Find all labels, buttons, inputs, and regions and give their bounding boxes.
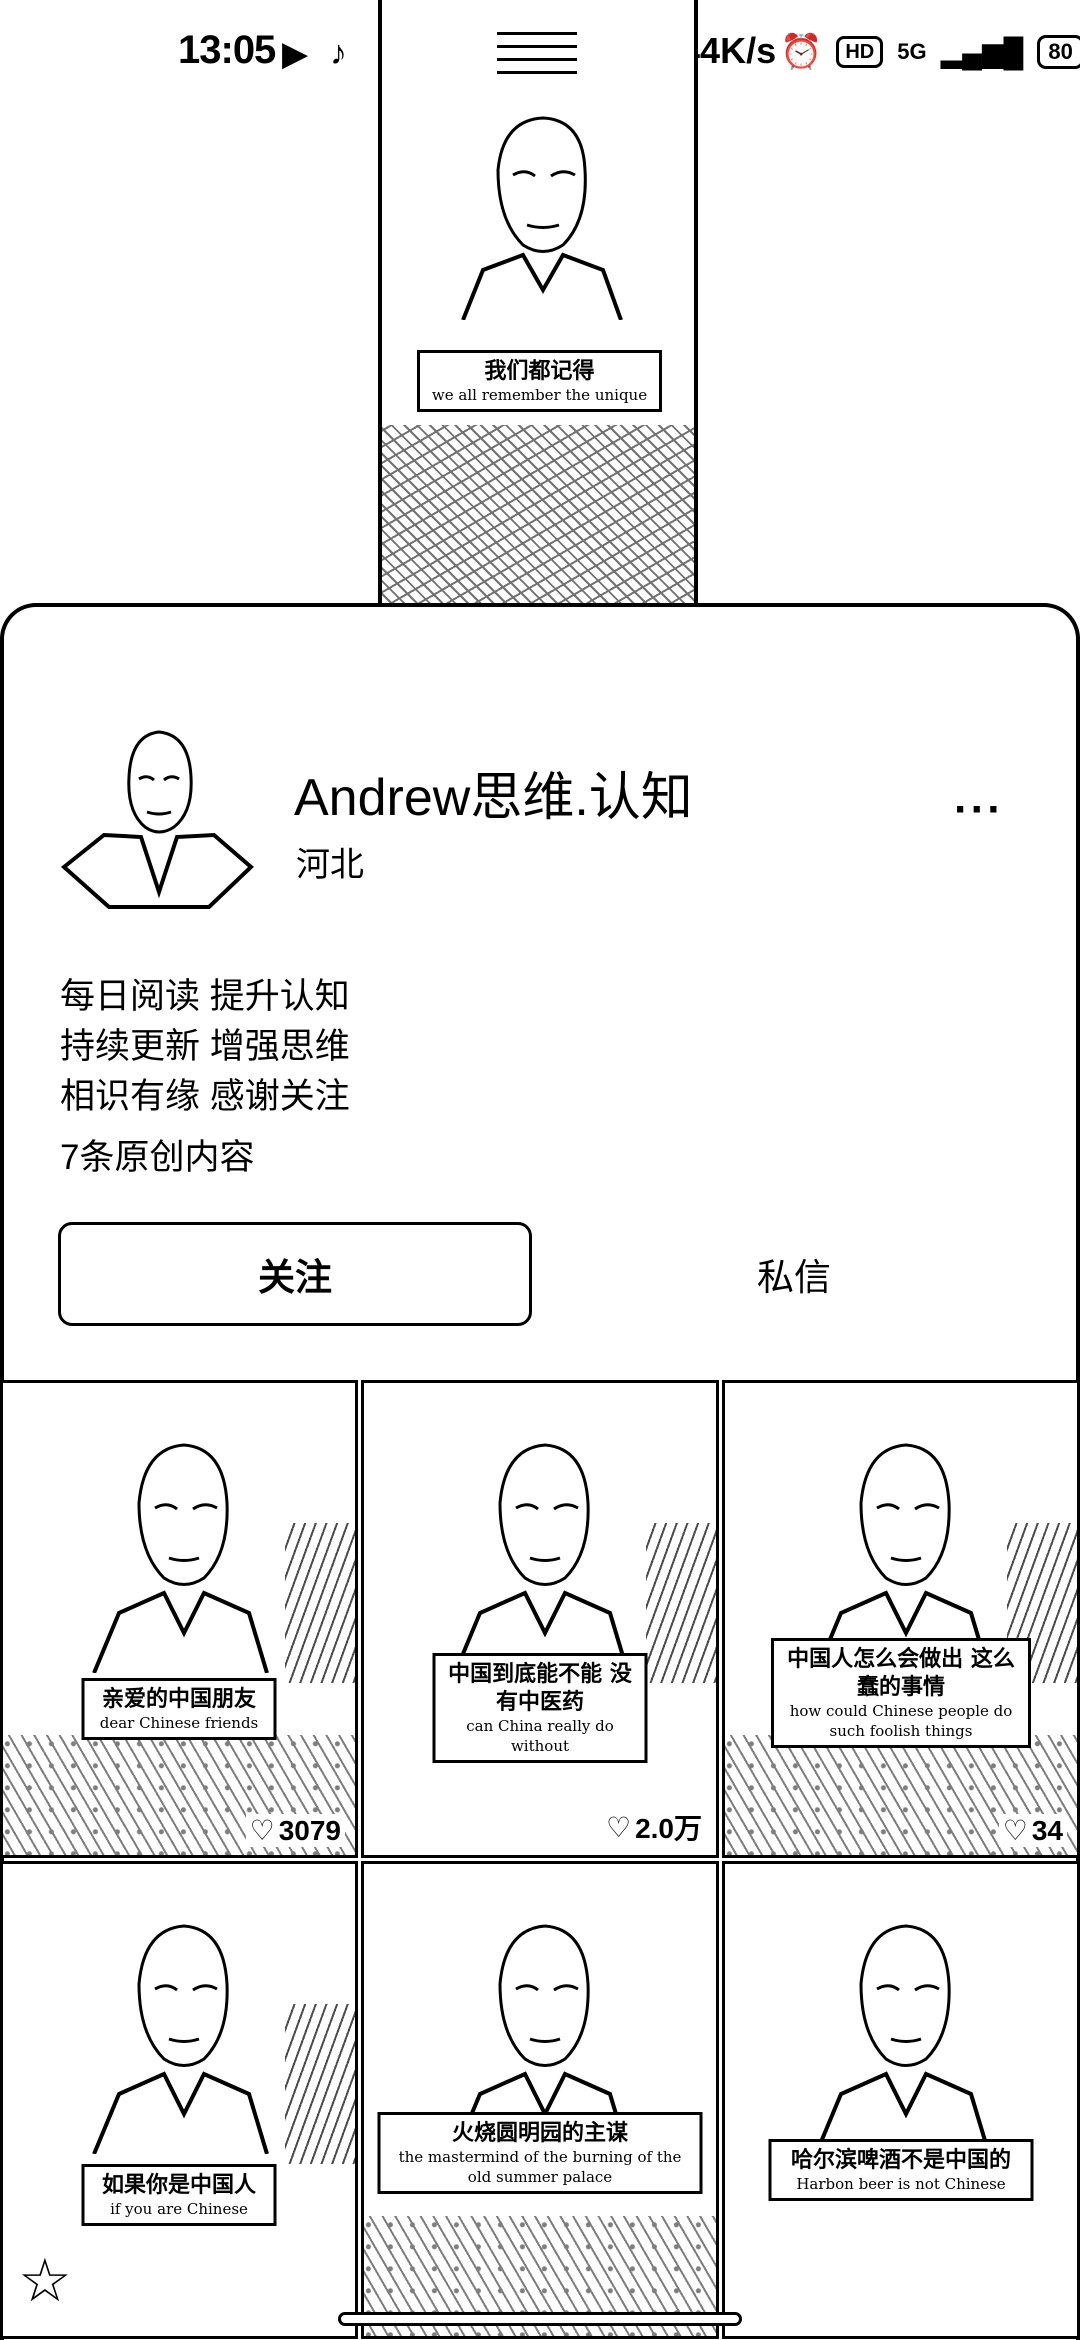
heart-icon: ♡ — [605, 1811, 632, 1843]
caption-en: dear Chinese friends — [99, 1714, 259, 1732]
video-thumbnail[interactable]: 火烧圆明园的主谋 the mastermind of the burning o… — [361, 1861, 719, 2339]
more-options-button[interactable]: ··· — [954, 785, 1004, 835]
caption-en: we all remember the unique — [431, 386, 648, 404]
signal-bars-icon: ▂▄▆█ — [940, 36, 1024, 68]
profile-location: 河北 — [296, 846, 364, 884]
caption-zh: 火烧圆明园的主谋 — [451, 2120, 628, 2146]
preview-caption: 我们都记得 we all remember the unique — [417, 350, 662, 412]
person-illustration — [461, 116, 623, 320]
caption-zh: 哈尔滨啤酒不是中国的 — [790, 2147, 1011, 2173]
hd-badge: HD — [836, 36, 884, 68]
video-thumbnail[interactable]: 如果你是中国人 if you are Chinese ☆ — [0, 1861, 358, 2339]
message-button[interactable]: 私信 — [604, 1222, 984, 1326]
caption-en: how could Chinese people do such foolish… — [789, 1702, 1013, 1740]
like-value: 2.0万 — [635, 1813, 702, 1844]
bio-line: 每日阅读 提升认知 — [60, 977, 350, 1016]
like-value: 34 — [1031, 1814, 1063, 1846]
home-indicator[interactable] — [338, 2312, 742, 2326]
play-icon: ▶ — [282, 35, 309, 73]
follow-button[interactable]: 关注 — [58, 1222, 532, 1326]
profile-name: Andrew思维.认知 — [294, 769, 693, 827]
like-count: ♡ 3079 — [245, 1814, 345, 1847]
heart-icon: ♡ — [1002, 1815, 1028, 1846]
alarm-icon: ⏰ — [780, 33, 823, 71]
plant-decoration — [285, 1523, 355, 1683]
caption-zh: 中国到底能不能 没有中医药 — [448, 1661, 632, 1715]
video-preview[interactable]: 我们都记得 we all remember the unique — [378, 0, 698, 605]
like-value: 3079 — [278, 1814, 341, 1846]
person-illustration — [814, 1924, 991, 2154]
video-caption: 亲爱的中国朋友 dear Chinese friends — [81, 1678, 277, 1740]
caption-zh: 如果你是中国人 — [101, 2172, 256, 2198]
signal-5g: 5G — [897, 39, 927, 64]
status-time: 13:05 — [178, 28, 276, 72]
video-caption: 哈尔滨啤酒不是中国的 Harbon beer is not Chinese — [768, 2139, 1034, 2201]
preview-bars — [497, 22, 577, 82]
battery-indicator: 80 — [1037, 35, 1080, 69]
caption-zh: 亲爱的中国朋友 — [101, 1686, 256, 1712]
caption-zh: 中国人怎么会做出 这么蠢的事情 — [787, 1646, 1015, 1700]
video-caption: 中国人怎么会做出 这么蠢的事情 how could Chinese people… — [771, 1638, 1031, 1748]
star-icon: ☆ — [18, 2247, 72, 2314]
bio-line: 相识有缘 感谢关注 — [60, 1077, 350, 1116]
video-caption: 中国到底能不能 没有中医药 can China really do withou… — [432, 1653, 648, 1763]
caption-en: the mastermind of the burning of the old… — [398, 2148, 682, 2186]
preview-background — [382, 425, 694, 605]
original-count: 7条原创内容 — [60, 1138, 255, 1177]
video-caption: 如果你是中国人 if you are Chinese — [81, 2164, 277, 2226]
video-thumbnail[interactable]: 哈尔滨啤酒不是中国的 Harbon beer is not Chinese — [722, 1861, 1080, 2339]
person-illustration — [92, 1924, 269, 2154]
like-count: ♡ 2.0万 — [601, 1807, 706, 1847]
heart-icon: ♡ — [249, 1815, 275, 1846]
video-thumbnail[interactable]: 中国到底能不能 没有中医药 can China really do withou… — [361, 1380, 719, 1858]
video-thumbnail[interactable]: 中国人怎么会做出 这么蠢的事情 how could Chinese people… — [722, 1380, 1080, 1858]
caption-en: if you are Chinese — [110, 2200, 248, 2218]
like-count: ♡ 34 — [998, 1814, 1067, 1847]
profile-bio: 每日阅读 提升认知 持续更新 增强思维 相识有缘 感谢关注 — [60, 972, 350, 1122]
tiktok-icon: ♪ — [330, 34, 347, 72]
caption-en: can China really do without — [466, 1717, 614, 1755]
video-caption: 火烧圆明园的主谋 the mastermind of the burning o… — [377, 2112, 703, 2194]
person-illustration — [814, 1443, 991, 1673]
bio-line: 持续更新 增强思维 — [60, 1027, 350, 1066]
avatar[interactable] — [59, 717, 254, 912]
plant-decoration — [646, 1523, 716, 1683]
plant-decoration — [285, 2004, 355, 2164]
caption-en: Harbon beer is not Chinese — [796, 2175, 1006, 2193]
person-illustration — [92, 1443, 269, 1673]
caption-zh: 我们都记得 — [484, 358, 595, 384]
person-illustration — [453, 1443, 630, 1673]
video-thumbnail[interactable]: 亲爱的中国朋友 dear Chinese friends ♡ 3079 — [0, 1380, 358, 1858]
